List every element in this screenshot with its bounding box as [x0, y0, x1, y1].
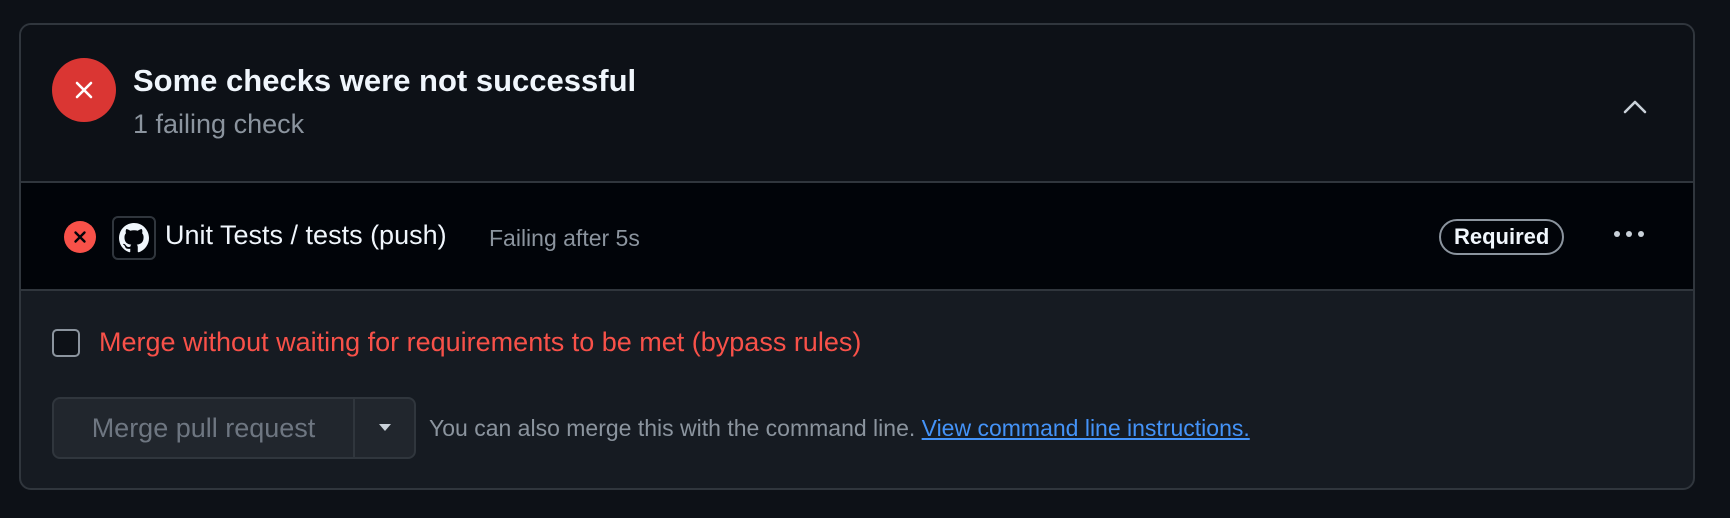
merge-button-group: Merge pull request — [52, 397, 416, 459]
check-run-status: Failing after 5s — [489, 225, 640, 251]
checks-summary-header: Some checks were not successful 1 failin… — [21, 25, 1693, 183]
bypass-rules-label[interactable]: Merge without waiting for requirements t… — [99, 327, 861, 358]
collapse-checks-button[interactable] — [1615, 87, 1655, 127]
kebab-horizontal-icon — [1614, 231, 1620, 237]
bypass-rules-option: Merge without waiting for requirements t… — [52, 327, 861, 358]
command-line-instructions-link[interactable]: View command line instructions. — [922, 415, 1250, 441]
command-line-hint-text: You can also merge this with the command… — [429, 415, 916, 441]
github-mark-icon — [112, 216, 156, 260]
checks-summary-title: Some checks were not successful — [133, 63, 637, 98]
chevron-up-icon — [1623, 100, 1647, 114]
checks-summary-subtitle: 1 failing check — [133, 109, 305, 139]
triangle-down-icon — [378, 424, 391, 431]
command-line-hint: You can also merge this with the command… — [429, 415, 1250, 442]
check-run-name[interactable]: Unit Tests / tests (push) — [165, 220, 447, 251]
merge-pull-request-button[interactable]: Merge pull request — [54, 399, 355, 457]
merge-box: Some checks were not successful 1 failin… — [19, 23, 1695, 490]
x-circle-fill-icon — [52, 58, 116, 122]
required-badge: Required — [1439, 219, 1565, 255]
merge-method-dropdown-button[interactable] — [355, 399, 414, 457]
check-run-row[interactable]: Unit Tests / tests (push) Failing after … — [21, 183, 1693, 291]
bypass-rules-checkbox[interactable] — [52, 328, 80, 357]
x-circle-fill-icon — [64, 221, 96, 253]
check-run-more-button[interactable] — [1606, 219, 1652, 249]
